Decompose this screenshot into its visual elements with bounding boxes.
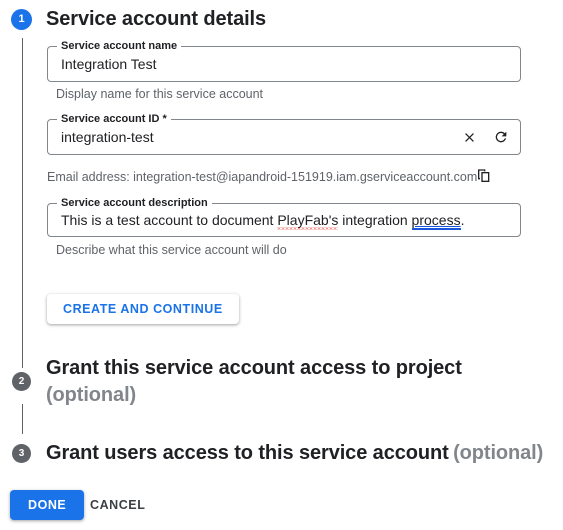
description-grammar-hint[interactable]: process (411, 212, 461, 230)
service-account-id-label: Service account ID * (57, 113, 171, 126)
step-3-title[interactable]: Grant users access to this service accou… (46, 440, 546, 467)
service-account-description-value: This is a test account to document PlayF… (61, 211, 465, 230)
step-2-title-text: Grant this service account access to pro… (46, 357, 462, 379)
service-account-name-field[interactable]: Service account name Integration Test (47, 40, 521, 82)
service-account-description-helper: Describe what this service account will … (56, 243, 287, 257)
step-3-badge: 3 (12, 444, 31, 463)
step-connector-2-3 (22, 404, 23, 434)
description-text-part-3: . (460, 212, 465, 228)
service-account-wizard: 1 Service account details Service accoun… (0, 0, 563, 530)
description-spell-error: PlayFab's (277, 212, 339, 228)
create-and-continue-button[interactable]: CREATE AND CONTINUE (47, 294, 239, 324)
service-account-description-field[interactable]: Service account description This is a te… (47, 197, 521, 237)
close-icon[interactable] (460, 128, 478, 146)
step-3-optional: (optional) (453, 442, 544, 464)
service-account-name-label: Service account name (57, 40, 182, 53)
step-2-title[interactable]: Grant this service account access to pro… (46, 355, 526, 409)
service-account-description-label: Service account description (57, 197, 212, 210)
service-account-email-text: Email address: integration-test@iapandro… (47, 170, 478, 184)
step-2-optional: (optional) (46, 384, 137, 406)
service-account-id-field[interactable]: Service account ID * integration-test (47, 113, 521, 155)
service-account-id-actions (460, 128, 510, 146)
copy-icon[interactable] (476, 168, 492, 184)
service-account-name-value: Integration Test (61, 56, 157, 72)
done-button[interactable]: DONE (10, 490, 85, 520)
service-account-id-value: integration-test (61, 129, 154, 145)
step-3-title-text: Grant users access to this service accou… (46, 442, 449, 464)
step-1-title: Service account details (46, 8, 267, 30)
refresh-icon[interactable] (492, 128, 510, 146)
description-text-part-1: This is a test account to document (61, 212, 278, 228)
cancel-button[interactable]: CANCEL (82, 490, 153, 520)
step-2-badge: 2 (12, 372, 31, 391)
step-connector-1-2 (22, 38, 23, 368)
step-1-badge: 1 (11, 9, 32, 30)
description-text-part-2: integration (338, 212, 412, 228)
service-account-name-helper: Display name for this service account (56, 87, 264, 101)
